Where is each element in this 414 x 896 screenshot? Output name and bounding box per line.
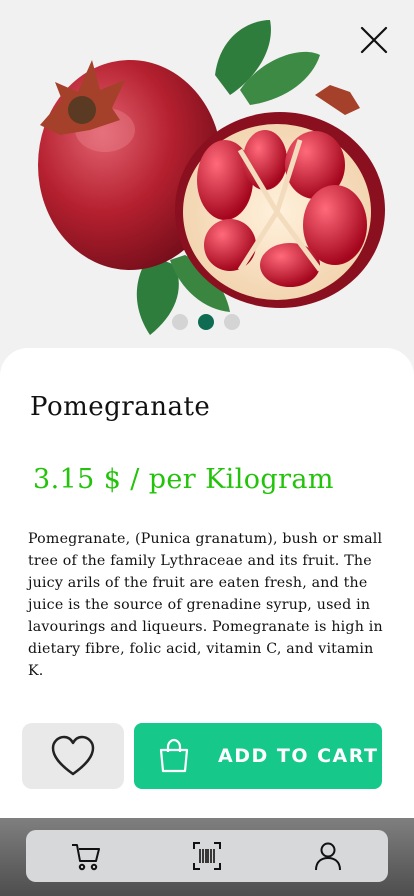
nav-item-scan[interactable] [187,836,227,876]
product-title: Pomegranate [30,392,211,422]
bottom-nav-pill [26,830,388,882]
nav-item-cart[interactable] [66,836,106,876]
shopping-bag-icon [159,738,189,773]
heart-icon [51,735,95,776]
gallery-pagination [172,314,240,330]
bottom-navigation [0,818,414,896]
barcode-scanner-icon [192,842,221,870]
user-icon [314,842,341,871]
product-details-sheet: Pomegranate 3.15 $ / per Kilogram Pomegr… [0,348,414,818]
gallery-dot[interactable] [172,314,188,330]
product-description: Pomegranate, (Punica granatum), bush or … [28,531,383,679]
product-price: 3.15 $ / per Kilogram [33,464,334,495]
gallery-dot-active[interactable] [198,314,214,330]
close-icon [360,26,388,54]
pomegranate-image [38,20,385,335]
product-image-gallery[interactable] [0,0,414,360]
cart-icon [72,844,101,871]
nav-item-profile[interactable] [308,836,348,876]
close-button[interactable] [356,22,392,58]
add-to-cart-button[interactable]: ADD TO CART [134,723,382,789]
gallery-dot[interactable] [224,314,240,330]
add-to-cart-label: ADD TO CART [218,745,379,767]
favorite-button[interactable] [22,723,124,789]
